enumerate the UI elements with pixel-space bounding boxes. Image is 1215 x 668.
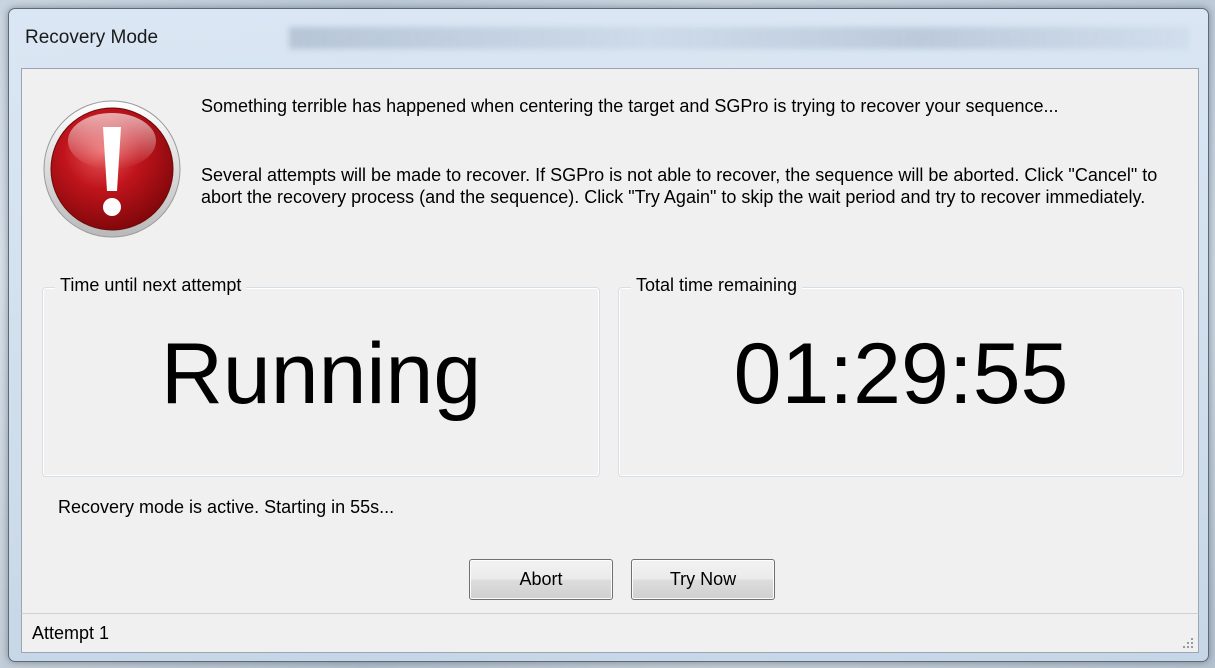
next-attempt-value: Running <box>160 326 482 422</box>
title-bar[interactable]: Recovery Mode <box>9 9 1208 67</box>
error-icon <box>42 99 182 239</box>
title-bar-glass <box>289 27 1189 49</box>
next-attempt-label: Time until next attempt <box>55 274 247 296</box>
try-now-button[interactable]: Try Now <box>631 559 775 600</box>
total-time-group: Total time remaining 01:29:55 <box>618 274 1184 477</box>
window-title: Recovery Mode <box>25 27 159 48</box>
recovery-status-text: Recovery mode is active. Starting in 55s… <box>58 497 395 517</box>
status-bar: Attempt 1 <box>21 613 1199 653</box>
total-time-label: Total time remaining <box>631 274 803 296</box>
abort-button[interactable]: Abort <box>469 559 613 600</box>
error-message: Something terrible has happened when cen… <box>201 96 1059 116</box>
recovery-dialog: Recovery Mode Something terrible has hap… <box>8 8 1209 662</box>
next-attempt-group: Time until next attempt Running <box>42 274 600 477</box>
dialog-content: Something terrible has happened when cen… <box>21 68 1199 614</box>
attempt-counter: Attempt 1 <box>32 623 110 643</box>
resize-grip-icon[interactable] <box>1180 635 1194 649</box>
recovery-instructions: Several attempts will be made to recover… <box>201 165 1158 207</box>
total-time-value: 01:29:55 <box>733 326 1069 422</box>
